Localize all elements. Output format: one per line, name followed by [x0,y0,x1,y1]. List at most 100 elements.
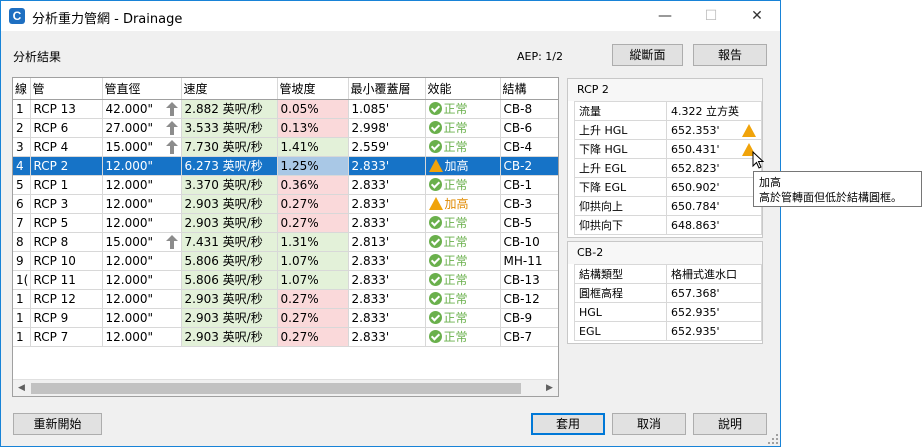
table-row[interactable]: 1(RCP 11 12.000" 5.806 英呎/秒 1.07% 2.833' 正常 CB… [13,270,558,290]
arrow-up-icon [165,120,178,135]
property-row: 上升 EGL 652.823' [574,158,762,178]
property-value: 652.935' [666,302,762,322]
property-name: 結構類型 [574,264,667,284]
performance-cell: 正常 [425,251,501,271]
cancel-button[interactable]: 取消 [612,413,686,435]
table-row[interactable]: 1 RCP 9 12.000" 2.903 英呎/秒 0.27% 2.833' 正常 CB-9 [13,308,558,328]
minimize-button[interactable]: — [642,1,688,31]
performance-label: 正常 [443,102,468,116]
table-row[interactable]: 7 RCP 5 12.000" 2.903 英呎/秒 0.27% 2.833' 正常 CB-5 [13,213,558,233]
diameter-value: 12.000" [105,272,154,287]
restart-button[interactable]: 重新開始 [13,413,102,435]
velocity-cell: 6.273 英呎/秒 [181,156,278,176]
diameter-cell: 12.000" [102,308,182,328]
check-circle-icon [428,121,442,134]
column-header[interactable]: 管坡度 [277,78,349,100]
column-header[interactable]: 管直徑 [102,78,182,100]
warning-icon [428,197,443,210]
apply-button[interactable]: 套用 [531,413,605,435]
profile-button[interactable]: 縱斷面 [612,44,683,66]
pipe-cell: RCP 1 [30,175,103,195]
scroll-right-icon[interactable]: ▶ [541,380,558,396]
property-value: 657.368' [666,283,762,303]
pipe-cell: RCP 2 [30,156,103,176]
results-grid[interactable]: 線管管直徑 速度 管坡度 最小覆蓋層 效能 結構 1 RCP 13 42.000" 2.882 … [12,77,559,397]
close-button[interactable]: ✕ [734,1,780,31]
pipe-cell: RCP 10 [30,251,103,271]
min-cover-cell: 2.833' [348,213,426,233]
pipe-cell: RCP 7 [30,327,103,347]
mouse-cursor-icon [752,151,764,169]
performance-cell: 正常 [425,308,501,328]
velocity-cell: 2.903 英呎/秒 [181,308,278,328]
property-value-text: 652.935' [671,324,720,338]
table-row[interactable]: 1 RCP 13 42.000" 2.882 英呎/秒 0.05% 1.085' 正常 CB-… [13,99,558,119]
check-circle-icon [428,292,442,305]
column-header[interactable]: 管 [30,78,103,100]
table-row[interactable]: 9 RCP 10 12.000" 5.806 英呎/秒 1.07% 2.833' 正常 MH-… [13,251,558,271]
property-row: 圓框高程 657.368' [574,283,762,303]
diameter-cell: 15.000" [102,232,182,252]
resize-grip-icon[interactable] [767,433,779,445]
pipe-cell: RCP 13 [30,99,103,119]
scroll-left-icon[interactable]: ◀ [13,380,30,396]
performance-label: 正常 [443,311,468,325]
property-value-text: 648.863' [671,218,720,232]
table-row[interactable]: 3 RCP 4 15.000" 7.730 英呎/秒 1.41% 2.559' 正常 CB-4 [13,137,558,157]
arrow-up-icon [165,139,178,154]
table-row[interactable]: 4 RCP 2 12.000" 6.273 英呎/秒 1.25% 2.833' 加高 CB-2 [13,156,558,176]
property-name: 下降 EGL [574,177,667,197]
property-row: 下降 EGL 650.902' [574,177,762,197]
column-header[interactable]: 速度 [181,78,278,100]
min-cover-cell: 2.833' [348,156,426,176]
analyze-gravity-network-dialog: C 分析重力管網 - Drainage — ☐ ✕ 分析結果 AEP: 1/2 … [0,0,781,447]
velocity-cell: 2.903 英呎/秒 [181,194,278,214]
structure-cell: CB-1 [500,175,558,195]
property-value-text: 格柵式進水口 [671,268,737,281]
table-row[interactable]: 1 RCP 7 12.000" 2.903 英呎/秒 0.27% 2.833' 正常 CB-7 [13,327,558,347]
min-cover-cell: 2.833' [348,270,426,290]
property-value: 652.353' [666,120,762,140]
performance-label: 正常 [443,330,468,344]
property-value: 格柵式進水口 [666,264,762,284]
diameter-cell: 12.000" [102,289,182,309]
performance-label: 加高 [444,197,469,211]
structure-properties-panel: CB-2 結構類型 格柵式進水口 圓框高程 657.368' HGL 652.935' EG… [567,241,763,344]
warning-icon[interactable] [742,124,756,137]
velocity-cell: 3.370 英呎/秒 [181,175,278,195]
diameter-value: 15.000" [105,234,154,249]
property-value-text: 650.902' [671,180,720,194]
slope-cell: 1.31% [277,232,349,252]
report-button[interactable]: 報告 [693,44,767,66]
slope-cell: 0.27% [277,327,349,347]
diameter-cell: 12.000" [102,213,182,233]
line-cell: 3 [13,137,31,157]
min-cover-cell: 2.813' [348,232,426,252]
column-header[interactable]: 線 [13,78,31,100]
performance-label: 正常 [443,254,468,268]
velocity-cell: 2.903 英呎/秒 [181,327,278,347]
property-row: 上升 HGL 652.353' [574,120,762,140]
line-cell: 5 [13,175,31,195]
table-row[interactable]: 1 RCP 12 12.000" 2.903 英呎/秒 0.27% 2.833' 正常 CB-… [13,289,558,309]
pipe-cell: RCP 3 [30,194,103,214]
property-value-text: 650.431' [671,142,720,156]
column-header[interactable]: 結構 [500,78,558,100]
property-value: 652.823' [666,158,762,178]
scroll-thumb[interactable] [31,383,521,394]
table-row[interactable]: 6 RCP 3 12.000" 2.903 英呎/秒 0.27% 2.833' 加高 CB-3 [13,194,558,214]
performance-label: 正常 [443,121,468,135]
table-row[interactable]: 5 RCP 1 12.000" 3.370 英呎/秒 0.36% 2.833' 正常 CB-1 [13,175,558,195]
property-value-text: 4.322 立方英 [671,105,739,118]
horizontal-scrollbar[interactable]: ◀ ▶ [13,379,558,396]
slope-cell: 0.27% [277,308,349,328]
column-header[interactable]: 效能 [425,78,501,100]
property-value-text: 652.935' [671,305,720,319]
structure-cell: CB-5 [500,213,558,233]
table-row[interactable]: 8 RCP 8 15.000" 7.431 英呎/秒 1.31% 2.813' 正常 CB-1… [13,232,558,252]
table-row[interactable]: 2 RCP 6 27.000" 3.533 英呎/秒 0.13% 2.998' 正常 CB-6 [13,118,558,138]
help-button[interactable]: 說明 [693,413,767,435]
diameter-value: 12.000" [105,291,154,306]
property-row: 仰拱向上 650.784' [574,196,762,216]
column-header[interactable]: 最小覆蓋層 [348,78,426,100]
